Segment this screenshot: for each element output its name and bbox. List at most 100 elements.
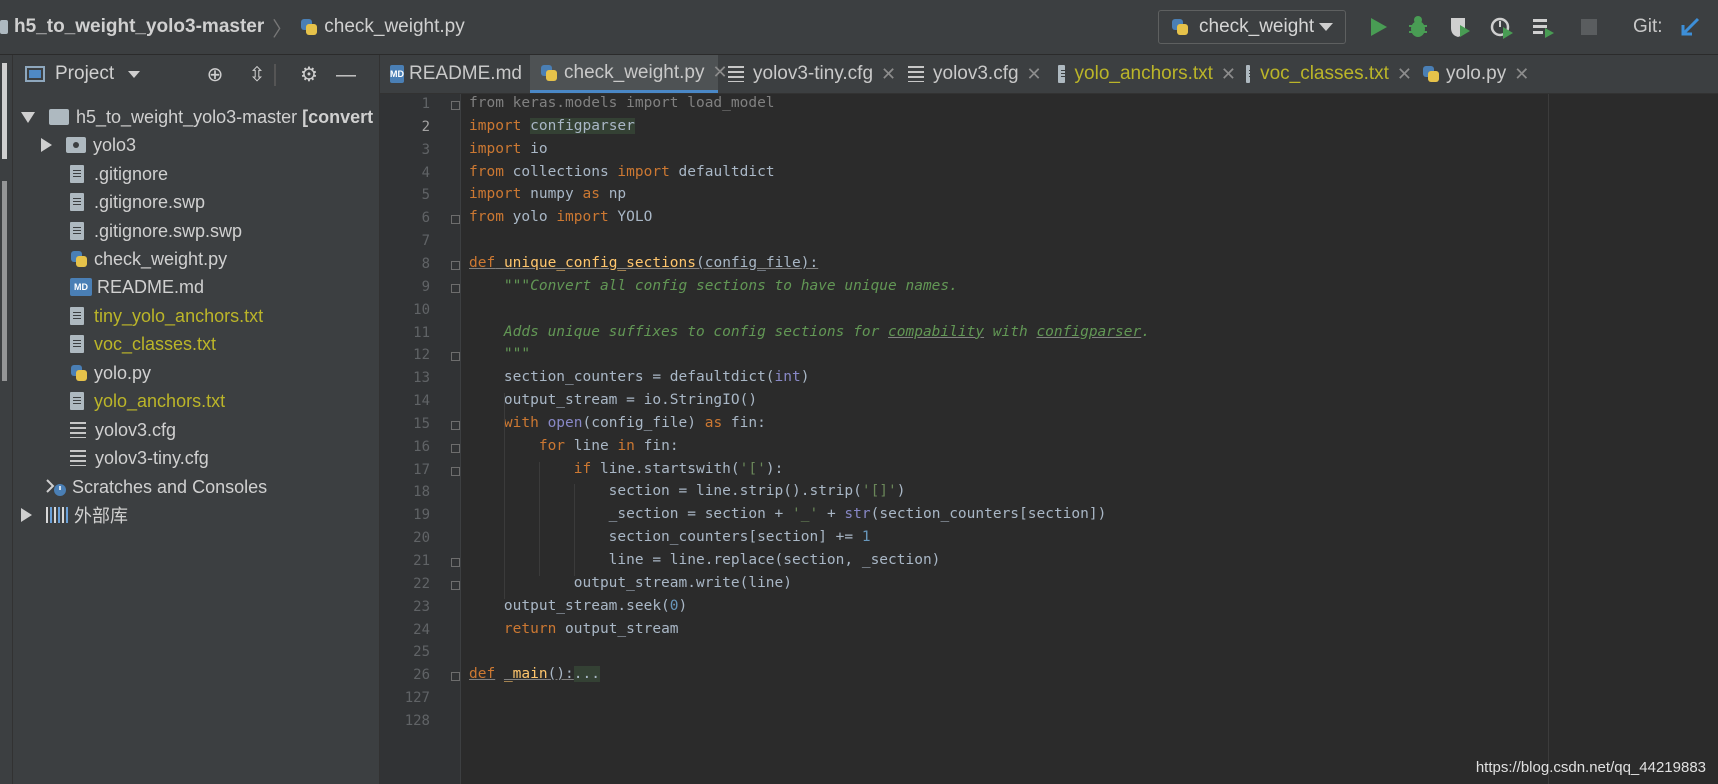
- code-line[interactable]: from collections import defaultdict: [469, 164, 775, 180]
- tab-yolo-py[interactable]: yolo.py ✕: [1412, 55, 1532, 93]
- tree-item-yolo-py[interactable]: yolo.py: [70, 359, 151, 387]
- expand-arrow-icon[interactable]: [21, 111, 35, 123]
- tab-yolo-anchors[interactable]: yolo_anchors.txt ✕: [1048, 55, 1236, 93]
- close-icon[interactable]: ✕: [1397, 64, 1412, 85]
- separator: [274, 64, 276, 86]
- close-icon[interactable]: ✕: [881, 64, 896, 85]
- run-icon[interactable]: [1366, 15, 1390, 39]
- code-line[interactable]: output_stream.seek(0): [469, 598, 687, 614]
- code-line[interactable]: with open(config_file) as fin:: [469, 415, 766, 431]
- fold-marker-icon[interactable]: [451, 215, 460, 225]
- gear-icon[interactable]: ⚙: [298, 64, 320, 86]
- fold-marker-icon[interactable]: [451, 443, 460, 453]
- tree-item-gitignore-swp-swp[interactable]: .gitignore.swp.swp: [70, 217, 242, 245]
- tree-item-yolo-anchors[interactable]: yolo_anchors.txt: [70, 387, 225, 415]
- code-line[interactable]: for line in fin:: [469, 438, 679, 454]
- config-file-icon: [70, 450, 86, 466]
- library-icon: [46, 507, 68, 523]
- tool-window-strip: [0, 55, 13, 784]
- collapse-arrow-icon[interactable]: [21, 508, 32, 522]
- tree-item-tiny-yolo-anchors[interactable]: tiny_yolo_anchors.txt: [70, 302, 263, 330]
- line-number: 10: [413, 301, 430, 318]
- tree-item-yolov3-tiny-cfg[interactable]: yolov3-tiny.cfg: [70, 444, 209, 472]
- breadcrumb-file[interactable]: check_weight.py: [300, 16, 465, 38]
- text-file-icon: [1058, 65, 1069, 83]
- tree-item-gitignore[interactable]: .gitignore: [70, 160, 168, 188]
- breadcrumb-project[interactable]: h5_to_weight_yolo3-master: [0, 16, 264, 38]
- tab-readme[interactable]: MD README.md✕: [380, 55, 545, 93]
- close-icon[interactable]: ✕: [1514, 64, 1529, 85]
- tree-item-external-libraries[interactable]: 外部库: [21, 501, 128, 529]
- close-icon[interactable]: ✕: [1221, 64, 1236, 85]
- code-line[interactable]: output_stream.write(line): [469, 575, 792, 591]
- code-line[interactable]: import io: [469, 141, 548, 157]
- line-number: 16: [413, 438, 430, 455]
- hide-panel-icon[interactable]: —: [335, 64, 357, 86]
- fold-marker-icon[interactable]: [451, 580, 460, 590]
- fold-marker-icon[interactable]: [451, 283, 460, 293]
- tree-item-project-root[interactable]: h5_to_weight_yolo3-master [convert: [21, 103, 373, 131]
- tree-item-scratches[interactable]: Scratches and Consoles: [45, 473, 267, 501]
- fold-marker-icon[interactable]: [451, 466, 460, 476]
- code-editor[interactable]: 1 2 3 4 5 6 7 8 9 10 11 12 13 14 15 16 17 18 19 20 21 22 23 24 2…: [380, 94, 1718, 784]
- coverage-icon[interactable]: [1448, 15, 1472, 39]
- tree-item-gitignore-swp[interactable]: .gitignore.swp: [70, 188, 205, 216]
- code-line[interactable]: section_counters[section] += 1: [469, 529, 871, 545]
- code-line[interactable]: from keras.models import load_model: [469, 95, 775, 111]
- tree-item-voc-classes[interactable]: voc_classes.txt: [70, 330, 216, 358]
- tab-check-weight[interactable]: check_weight.py ✕: [530, 55, 728, 93]
- line-number: 26: [413, 667, 430, 684]
- fold-marker-icon[interactable]: [451, 352, 460, 362]
- tab-yolov3-tiny-cfg[interactable]: yolov3-tiny.cfg ✕: [718, 55, 898, 93]
- code-line[interactable]: from yolo import YOLO: [469, 209, 652, 225]
- git-update-icon[interactable]: [1678, 15, 1702, 39]
- code-line[interactable]: def _main():...: [469, 666, 600, 683]
- collapse-arrow-icon[interactable]: [41, 138, 52, 152]
- code-line[interactable]: if line.startswith('['):: [469, 461, 784, 477]
- config-file-icon: [70, 422, 86, 438]
- run-configuration-dropdown[interactable]: check_weight: [1158, 10, 1346, 44]
- tab-voc-classes[interactable]: voc_classes.txt ✕: [1236, 55, 1412, 93]
- collapse-all-icon[interactable]: ⇳: [246, 64, 268, 86]
- text-file-icon: [70, 335, 84, 353]
- chevron-down-icon: [128, 70, 141, 78]
- code-line[interactable]: output_stream = io.StringIO(): [469, 392, 757, 408]
- profile-icon[interactable]: [1490, 15, 1514, 39]
- line-number: 7: [421, 233, 430, 250]
- structure-tool-tab[interactable]: [2, 181, 7, 381]
- tab-yolov3-cfg[interactable]: yolov3.cfg ✕: [898, 55, 1048, 93]
- code-line[interactable]: Adds unique suffixes to config sections …: [469, 324, 1150, 340]
- stop-icon[interactable]: [1577, 15, 1601, 39]
- markdown-file-icon: MD: [70, 278, 92, 296]
- tree-item-yolo3[interactable]: yolo3: [41, 131, 136, 159]
- close-icon[interactable]: ✕: [1027, 64, 1042, 85]
- line-number: 19: [413, 507, 430, 524]
- fold-marker-icon[interactable]: [451, 260, 460, 270]
- code-line[interactable]: """: [469, 346, 530, 362]
- code-line[interactable]: """Convert all config sections to have u…: [469, 278, 958, 294]
- project-view-selector[interactable]: Project: [25, 63, 141, 85]
- code-line[interactable]: return output_stream: [469, 621, 679, 637]
- fold-marker-icon[interactable]: [451, 420, 460, 430]
- code-line[interactable]: import configparser: [469, 117, 635, 134]
- code-line[interactable]: _section = section + '_' + str(section_c…: [469, 506, 1107, 522]
- line-number: 14: [413, 393, 430, 410]
- project-icon: [25, 66, 45, 82]
- line-number: 23: [413, 598, 430, 615]
- tree-item-yolov3-cfg[interactable]: yolov3.cfg: [70, 416, 176, 444]
- code-line[interactable]: section = line.strip().strip('[]'): [469, 483, 906, 499]
- fold-marker-icon[interactable]: [451, 558, 460, 567]
- code-line[interactable]: section_counters = defaultdict(int): [469, 369, 810, 385]
- fold-marker-icon[interactable]: [451, 101, 460, 110]
- tree-item-readme[interactable]: MD README.md: [70, 273, 204, 301]
- text-file-icon: [70, 307, 84, 325]
- fold-marker-icon[interactable]: [451, 672, 460, 682]
- project-tool-tab[interactable]: [2, 63, 7, 159]
- code-line[interactable]: def unique_config_sections(config_file):: [469, 255, 818, 271]
- debug-icon[interactable]: [1406, 15, 1430, 39]
- run-concurrency-icon[interactable]: [1531, 15, 1555, 39]
- python-file-icon: [300, 18, 318, 36]
- locate-icon[interactable]: ⊕: [204, 64, 226, 86]
- code-line[interactable]: import numpy as np: [469, 186, 626, 202]
- tree-item-check-weight[interactable]: check_weight.py: [70, 245, 227, 273]
